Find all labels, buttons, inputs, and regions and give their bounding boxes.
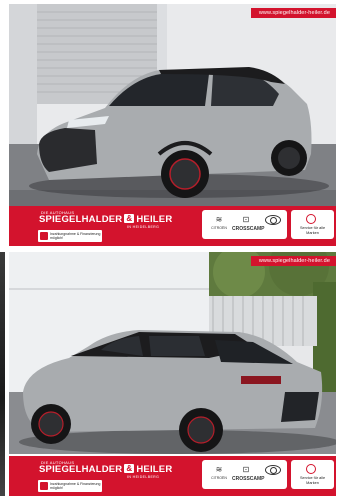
finance-badge: Inzahlungnahme & Finanzierung möglich! bbox=[38, 230, 102, 242]
citroen-logo: ≋ CITROËN bbox=[210, 465, 228, 480]
citroen-label: CITROËN bbox=[211, 476, 227, 480]
toyota-logo bbox=[264, 465, 282, 475]
toyota-logo bbox=[264, 215, 282, 225]
partner-logos: ≋ CITROËN ⊡ CROSSCAMP bbox=[202, 210, 287, 239]
partner-logos: ≋ CITROËN ⊡ CROSSCAMP bbox=[202, 460, 287, 489]
service-text: Service für alle Marken bbox=[299, 476, 326, 485]
crosscamp-logo: ⊡ CROSSCAMP bbox=[232, 215, 265, 232]
dealer-brand-name: SPIEGELHALDER & HEILER bbox=[39, 464, 172, 475]
toyota-icon bbox=[265, 465, 281, 475]
brand-location: IN HEIDELBERG bbox=[127, 475, 160, 479]
brand-name-part-a: SPIEGELHALDER bbox=[39, 214, 123, 225]
citroen-icon: ≋ bbox=[215, 215, 223, 224]
brand-ampersand: & bbox=[124, 214, 135, 223]
citroen-logo: ≋ CITROËN bbox=[210, 215, 228, 230]
brand-name-part-a: SPIEGELHALDER bbox=[39, 464, 123, 475]
brand-name-part-b: HEILER bbox=[136, 214, 173, 225]
citroen-label: CITROËN bbox=[211, 226, 227, 230]
brand-location: IN HEIDELBERG bbox=[127, 225, 160, 229]
listing-gallery: www.spiegelhalder-heiler.de DIE AUTOHAUS… bbox=[0, 0, 339, 498]
listing-photo-rear[interactable]: www.spiegelhalder-heiler.de DIE AUTOHAUS… bbox=[9, 252, 336, 496]
previous-photo-edge[interactable] bbox=[0, 252, 5, 496]
service-text: Service für alle Marken bbox=[299, 226, 326, 235]
location-pin-icon bbox=[306, 464, 316, 474]
crosscamp-icon: ⊡ bbox=[242, 465, 250, 474]
car-front-photo bbox=[9, 4, 336, 206]
location-pin-icon bbox=[306, 214, 316, 224]
listing-photo-front[interactable]: www.spiegelhalder-heiler.de DIE AUTOHAUS… bbox=[9, 4, 336, 246]
dealer-url-tag[interactable]: www.spiegelhalder-heiler.de bbox=[250, 256, 336, 266]
finance-badge: Inzahlungnahme & Finanzierung möglich! bbox=[38, 480, 102, 492]
dealer-brand-name: SPIEGELHALDER & HEILER bbox=[39, 214, 172, 225]
brand-ampersand: & bbox=[124, 464, 135, 473]
crosscamp-label: CROSSCAMP bbox=[232, 226, 265, 232]
finance-text: Inzahlungnahme & Finanzierung möglich! bbox=[50, 481, 101, 491]
brand-name-part-b: HEILER bbox=[136, 464, 173, 475]
finance-text: Inzahlungnahme & Finanzierung möglich! bbox=[50, 231, 101, 241]
dealer-banner: DIE AUTOHAUS SPIEGELHALDER & HEILER IN HEI… bbox=[9, 206, 336, 246]
car-rear-photo bbox=[9, 252, 336, 454]
crosscamp-icon: ⊡ bbox=[242, 215, 250, 224]
crosscamp-label: CROSSCAMP bbox=[232, 476, 265, 482]
finance-icon bbox=[40, 482, 48, 490]
service-badge: Service für alle Marken bbox=[291, 210, 334, 239]
crosscamp-logo: ⊡ CROSSCAMP bbox=[232, 465, 265, 482]
citroen-icon: ≋ bbox=[215, 465, 223, 474]
dealer-banner: DIE AUTOHAUS SPIEGELHALDER & HEILER IN HEI… bbox=[9, 456, 336, 496]
finance-icon bbox=[40, 232, 48, 240]
toyota-icon bbox=[265, 215, 281, 225]
dealer-url-tag[interactable]: www.spiegelhalder-heiler.de bbox=[250, 8, 336, 18]
service-badge: Service für alle Marken bbox=[291, 460, 334, 489]
